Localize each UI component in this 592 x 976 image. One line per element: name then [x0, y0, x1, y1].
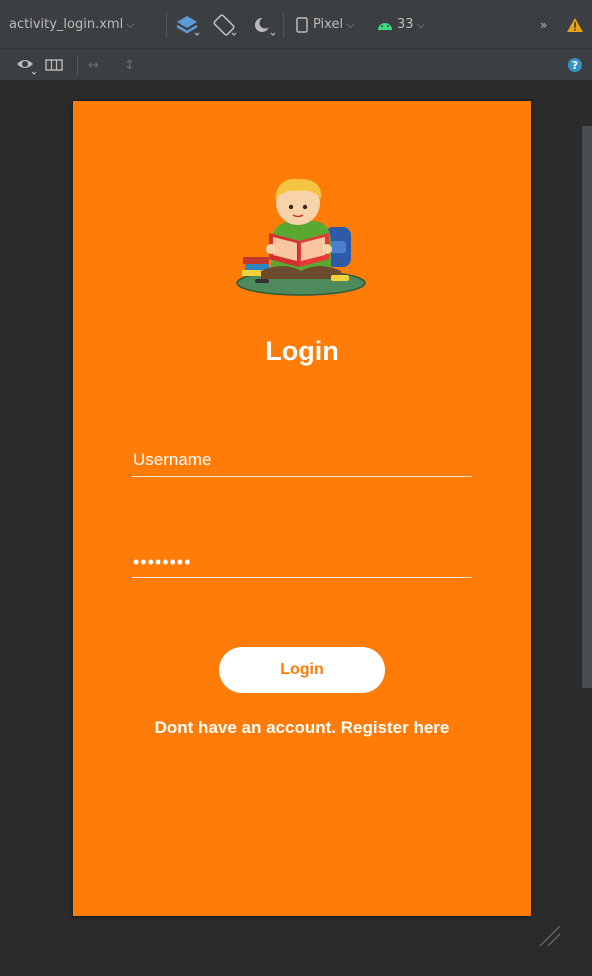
file-dropdown[interactable]: activity_login.xml ⌵ — [9, 0, 135, 49]
android-icon — [378, 22, 392, 30]
file-name-label: activity_login.xml — [9, 17, 124, 32]
moon-icon — [255, 17, 276, 36]
chevron-down-icon: ⌵ — [346, 17, 355, 31]
phone-icon — [296, 16, 308, 33]
vertical-scrollbar[interactable] — [582, 126, 592, 688]
warning-icon — [567, 17, 583, 32]
double-chevron-right-icon: » — [540, 17, 548, 32]
toolbar-divider — [166, 12, 167, 38]
horizontal-resize-button[interactable]: ↔ — [88, 49, 99, 81]
rotate-icon — [213, 13, 237, 36]
view-options-toolbar: ↔ ↕ ? — [0, 49, 592, 81]
login-button[interactable]: Login — [219, 647, 385, 693]
design-surface-button[interactable] — [174, 0, 200, 49]
api-level-dropdown[interactable]: 33 ⌵ — [377, 0, 425, 49]
device-label: Pixel — [313, 17, 344, 32]
layers-icon — [176, 15, 200, 36]
resize-handle-icon[interactable] — [536, 922, 564, 950]
api-level-label: 33 — [397, 17, 414, 32]
phone-preview: Login Username •••••••• Login Dont have … — [73, 101, 531, 916]
username-hint: Username — [133, 450, 212, 469]
toolbar-divider — [283, 12, 284, 38]
vertical-resize-button[interactable]: ↕ — [124, 49, 135, 81]
vertical-arrows-icon: ↕ — [124, 57, 135, 73]
screen-title: Login — [265, 336, 339, 366]
chevron-down-icon: ⌵ — [126, 17, 135, 31]
password-value: •••••••• — [133, 552, 192, 572]
eye-icon — [17, 60, 37, 75]
boy-reading-illustration — [236, 178, 366, 296]
warnings-button[interactable] — [566, 0, 584, 49]
login-button-label: Login — [280, 661, 324, 678]
toolbar-divider — [77, 55, 78, 75]
password-field[interactable]: •••••••• — [132, 537, 472, 578]
blueprint-toggle-button[interactable] — [45, 49, 63, 81]
chevron-down-icon: ⌵ — [416, 17, 425, 31]
columns-icon — [45, 59, 63, 71]
horizontal-arrows-icon: ↔ — [88, 57, 99, 73]
more-actions-button[interactable]: » — [540, 0, 547, 49]
help-button[interactable]: ? — [567, 49, 583, 81]
username-field[interactable]: Username — [132, 436, 472, 477]
help-icon: ? — [568, 58, 582, 72]
editor-toolbar: activity_login.xml ⌵ Pixel ⌵ 33 ⌵ » — [0, 0, 592, 49]
orientation-button[interactable] — [211, 0, 237, 49]
view-options-button[interactable] — [14, 49, 40, 81]
register-link[interactable]: Dont have an account. Register here — [73, 718, 531, 738]
device-dropdown[interactable]: Pixel ⌵ — [295, 0, 354, 49]
night-mode-button[interactable] — [250, 0, 276, 49]
svg-text:?: ? — [572, 59, 578, 72]
